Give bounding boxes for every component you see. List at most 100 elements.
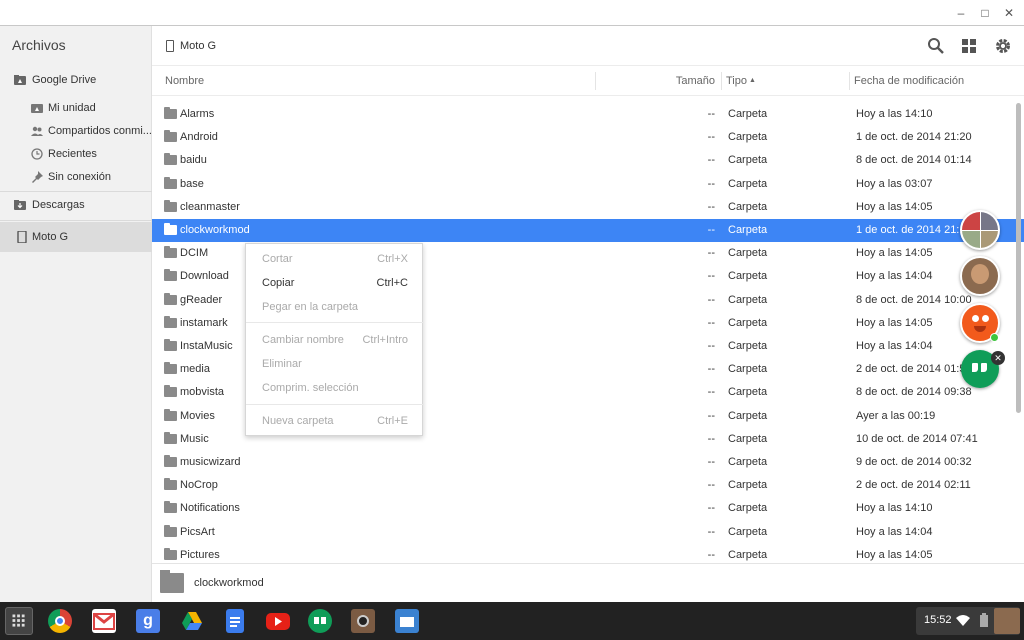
file-date: Ayer a las 00:19 <box>856 409 936 422</box>
google-search-icon[interactable]: g <box>136 609 160 633</box>
youtube-icon[interactable] <box>266 613 290 630</box>
file-type: Carpeta <box>728 432 768 445</box>
column-size[interactable]: Tamaño <box>676 75 715 87</box>
folder-icon <box>164 478 177 491</box>
file-name: Android <box>180 131 218 144</box>
file-date: 9 de oct. de 2014 00:32 <box>856 456 972 468</box>
grid-view-icon[interactable] <box>960 37 978 55</box>
menu-item-label: Cortar <box>262 253 293 265</box>
file-date: Hoy a las 14:10 <box>856 502 933 515</box>
file-size: -- <box>707 131 715 144</box>
docs-icon[interactable] <box>226 609 244 633</box>
sidebar-item-label: Recientes <box>48 148 97 160</box>
close-icon[interactable]: ✕ <box>991 351 1005 365</box>
file-name: Movies <box>180 409 215 422</box>
column-name[interactable]: Nombre <box>165 75 204 87</box>
folder-icon <box>164 153 177 166</box>
maximize-button[interactable]: □ <box>976 4 994 22</box>
files-icon[interactable] <box>395 609 419 633</box>
file-name: baidu <box>180 154 207 167</box>
file-date: Hoy a las 14:10 <box>856 108 933 120</box>
search-icon[interactable] <box>927 37 945 55</box>
minimize-button[interactable]: – <box>952 4 970 22</box>
menu-item-compress[interactable]: Comprim. selección <box>246 376 424 400</box>
column-divider[interactable] <box>595 72 596 90</box>
file-size: -- <box>707 525 715 538</box>
file-size: -- <box>707 409 715 422</box>
sidebar-item-recent[interactable]: Recientes <box>0 142 152 166</box>
gear-icon[interactable] <box>994 37 1012 55</box>
file-name: instamark <box>180 316 228 329</box>
folder-icon <box>164 362 177 375</box>
table-row[interactable]: clockworkmod -- Carpeta 1 de oct. de 2014 2… <box>152 219 1024 242</box>
menu-item-shortcut: Ctrl+E <box>377 415 408 427</box>
sidebar-item-downloads[interactable]: Descargas <box>0 193 152 217</box>
column-divider[interactable] <box>721 72 722 90</box>
table-row[interactable]: NoCrop -- Carpeta 2 de oct. de 2014 02:11 <box>152 474 1024 497</box>
sidebar-item-google-drive[interactable]: Google Drive <box>0 68 152 92</box>
menu-item-copy[interactable]: Copiar Ctrl+C <box>246 271 424 295</box>
table-row[interactable]: base -- Carpeta Hoy a las 03:07 <box>152 173 1024 196</box>
scrollbar[interactable] <box>1016 103 1021 413</box>
file-type: Carpeta <box>728 479 768 492</box>
file-date: Hoy a las 14:05 <box>856 247 933 260</box>
sidebar-item-my-drive[interactable]: Mi unidad <box>0 96 152 120</box>
menu-item-rename[interactable]: Cambiar nombre Ctrl+Intro <box>246 328 424 352</box>
file-name: mobvista <box>180 386 225 399</box>
table-row[interactable]: Notifications -- Carpeta Hoy a las 14:10 <box>152 497 1024 520</box>
group-avatar[interactable] <box>960 210 1000 250</box>
column-divider[interactable] <box>849 72 850 90</box>
table-row[interactable]: Alarms -- Carpeta Hoy a las 14:10 <box>152 103 1024 126</box>
breadcrumb[interactable]: Moto G <box>180 40 216 52</box>
gmail-icon[interactable] <box>92 609 116 633</box>
file-date: 8 de oct. de 2014 09:38 <box>856 386 972 399</box>
sidebar-divider <box>0 191 152 192</box>
instagram-icon[interactable] <box>351 609 375 633</box>
downloads-icon <box>14 200 26 210</box>
file-type: Carpeta <box>728 154 768 167</box>
sidebar-item-label: Moto G <box>32 231 69 243</box>
folder-icon <box>164 199 177 212</box>
column-date[interactable]: Fecha de modificación <box>854 75 964 87</box>
table-row[interactable]: baidu -- Carpeta 8 de oct. de 2014 01:14 <box>152 149 1024 172</box>
menu-item-new-folder[interactable]: Nueva carpeta Ctrl+E <box>246 409 424 433</box>
sidebar-item-offline[interactable]: Sin conexión <box>0 165 152 189</box>
menu-item-delete[interactable]: Eliminar <box>246 352 424 376</box>
file-name: Music <box>180 432 209 445</box>
user-avatar[interactable] <box>960 256 1000 296</box>
folder-icon <box>164 223 177 235</box>
clock-icon <box>31 148 43 160</box>
hangouts-app-icon[interactable] <box>308 609 332 633</box>
file-size: -- <box>707 340 715 352</box>
table-row[interactable]: PicsArt -- Carpeta Hoy a las 14:04 <box>152 521 1024 544</box>
table-row[interactable]: Pictures -- Carpeta Hoy a las 14:05 <box>152 544 1024 563</box>
sidebar-item-label: Google Drive <box>32 74 97 86</box>
status-tray[interactable]: 15:52 <box>916 607 1020 635</box>
folder-icon <box>164 385 177 398</box>
menu-item-cut[interactable]: Cortar Ctrl+X <box>246 247 424 271</box>
file-date: 2 de oct. de 2014 01:53 <box>856 363 972 376</box>
menu-item-paste[interactable]: Pegar en la carpeta <box>246 295 424 319</box>
shared-icon <box>31 126 43 136</box>
folder-icon <box>164 315 177 328</box>
table-row[interactable]: cleanmaster -- Carpeta Hoy a las 14:05 <box>152 196 1024 219</box>
column-type[interactable]: Tipo <box>726 75 747 87</box>
file-name: Alarms <box>180 108 215 120</box>
file-date: Hoy a las 14:05 <box>856 316 933 329</box>
file-name: Download <box>180 270 229 283</box>
close-button[interactable]: ✕ <box>1000 4 1018 22</box>
table-row[interactable]: Android -- Carpeta 1 de oct. de 2014 21:20 <box>152 126 1024 149</box>
user-avatar[interactable] <box>994 608 1020 634</box>
sort-arrow-icon: ▲ <box>749 77 756 84</box>
file-size: -- <box>707 200 715 213</box>
file-date: Hoy a las 14:04 <box>856 525 933 538</box>
drive-app-icon[interactable] <box>180 609 204 633</box>
file-size: -- <box>707 270 715 283</box>
file-type: Carpeta <box>728 502 768 515</box>
sidebar-item-moto-g[interactable]: Moto G <box>0 222 152 252</box>
chrome-icon[interactable] <box>48 609 72 633</box>
sidebar-item-shared[interactable]: Compartidos conmi... <box>0 119 152 143</box>
file-type: Carpeta <box>728 224 768 236</box>
table-row[interactable]: musicwizard -- Carpeta 9 de oct. de 2014 00… <box>152 451 1024 474</box>
launcher-icon[interactable] <box>5 607 33 635</box>
